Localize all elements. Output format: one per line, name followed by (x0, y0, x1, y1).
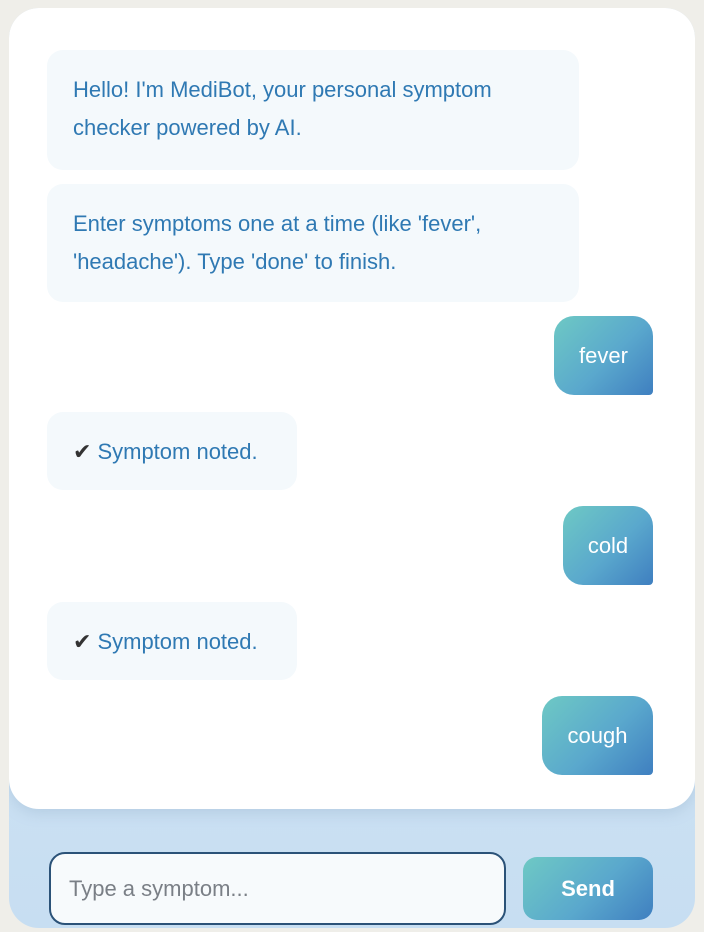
bot-message: Hello! I'm MediBot, your personal sympto… (47, 50, 579, 170)
check-icon: ✔ (73, 629, 92, 654)
bot-message-line: Enter symptoms one at a time (like 'feve… (73, 211, 482, 236)
partial-bot-message (47, 794, 297, 809)
check-icon: ✔ (73, 439, 92, 464)
bot-message: ✔ Symptom noted. (47, 602, 297, 680)
send-button[interactable]: Send (523, 857, 653, 920)
user-message-text: cough (567, 722, 628, 748)
bot-message: Enter symptoms one at a time (like 'feve… (47, 184, 579, 302)
bot-message-text: Symptom noted. (97, 629, 258, 654)
user-message: fever (554, 316, 653, 395)
input-bar: Send (9, 809, 695, 928)
bot-message: ✔ Symptom noted. (47, 412, 297, 490)
user-message-text: fever (579, 342, 628, 368)
bot-message-line: Hello! I'm MediBot, your personal sympto… (73, 77, 492, 102)
bot-message-line: 'headache'). Type 'done' to finish. (73, 249, 397, 274)
app-frame: Hello! I'm MediBot, your personal sympto… (9, 8, 695, 928)
symptom-input[interactable] (49, 852, 506, 925)
user-message-text: cold (587, 532, 629, 558)
user-message: cough (542, 696, 653, 775)
chat-window[interactable]: Hello! I'm MediBot, your personal sympto… (9, 8, 695, 809)
bot-message-line: checker powered by AI. (73, 115, 302, 140)
user-message: cold (563, 506, 653, 585)
bot-message-text: Symptom noted. (97, 439, 258, 464)
